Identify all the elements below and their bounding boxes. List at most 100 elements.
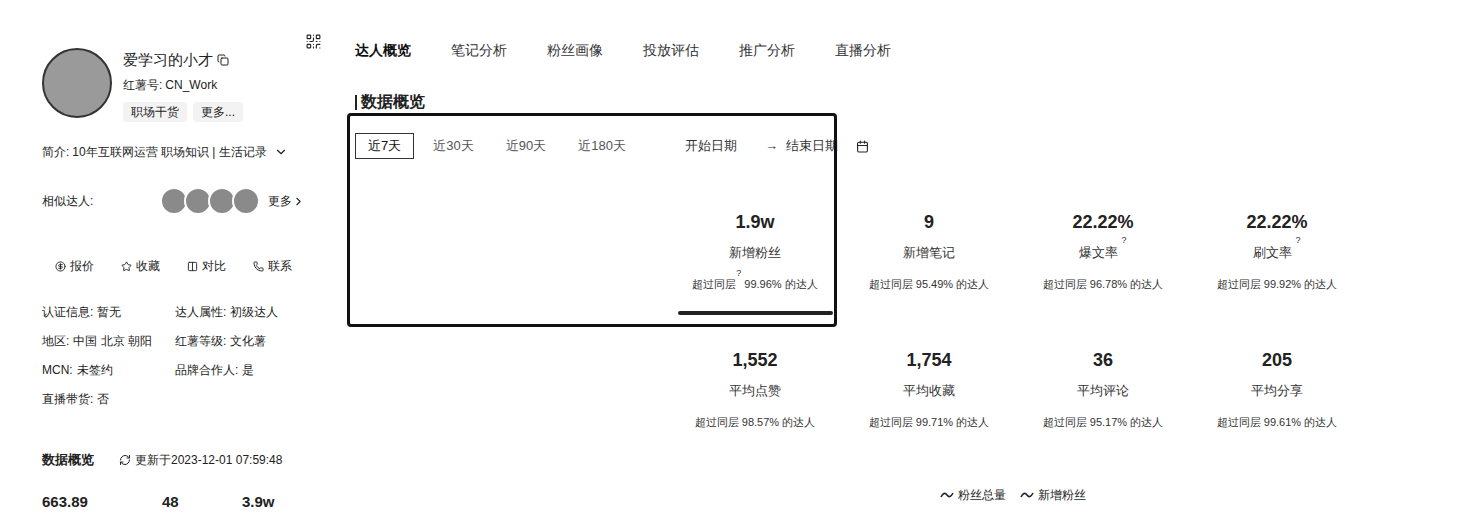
- nav-tab[interactable]: 笔记分析: [451, 40, 547, 60]
- calendar-icon[interactable]: [856, 140, 869, 153]
- info-item: MCN:未签约: [42, 361, 175, 379]
- action-icon: [121, 261, 132, 272]
- nav-tab[interactable]: 投放评估: [643, 40, 739, 60]
- stat-value: 22.22%: [1072, 210, 1133, 234]
- similar-row: 相似达人:更多: [42, 187, 322, 215]
- stat-label: 平均评论: [1077, 382, 1129, 400]
- stat-compare: 超过同层99.92% 的达人: [1217, 276, 1337, 292]
- range-tab[interactable]: 近30天: [420, 133, 486, 159]
- info-item: 品牌合作人:是: [175, 361, 322, 379]
- nav-tab[interactable]: 推广分析: [739, 40, 835, 60]
- chevron-right-icon: [292, 195, 305, 208]
- stat-compare: 超过同层?99.96% 的达人: [692, 276, 817, 292]
- stat-card[interactable]: 22.22%爆文率?超过同层96.78% 的达人: [1016, 210, 1190, 315]
- overview-value: 3.9w: [242, 493, 322, 511]
- stat-value: 1,552: [732, 348, 777, 372]
- chart-legend: 粉丝总量新增粉丝: [940, 486, 1472, 504]
- legend-item[interactable]: 粉丝总量: [940, 486, 1006, 504]
- stat-label: 爆文率?: [1079, 244, 1126, 262]
- overview-values: 663.89483.9w: [42, 493, 322, 511]
- overview-value: 663.89: [42, 493, 162, 511]
- info-item: 达人属性:初级达人: [175, 303, 322, 321]
- action-button[interactable]: 对比: [187, 257, 253, 275]
- stat-label: 刷文率?: [1253, 244, 1300, 262]
- date-end[interactable]: 结束日期: [786, 136, 838, 156]
- profile-name: 爱学习的小才: [123, 50, 213, 70]
- stat-underline: [678, 311, 833, 315]
- nav-tab[interactable]: 粉丝画像: [547, 40, 643, 60]
- profile-panel: 爱学习的小才红薯号:CN_Work 职场干货更多... 简介:10年互联网运营 职场…: [0, 0, 347, 520]
- nav-tabs: 达人概览笔记分析粉丝画像投放评估推广分析直播分析: [347, 40, 1472, 60]
- stat-value: 1,754: [906, 348, 951, 372]
- action-row: 报价收藏对比联系: [42, 257, 322, 275]
- stat-value: 205: [1262, 348, 1292, 372]
- stat-card[interactable]: 1,552 平均点赞超过同层98.57% 的达人: [668, 348, 842, 453]
- stat-value: 9: [924, 210, 934, 234]
- similar-avatar[interactable]: [232, 187, 260, 215]
- stat-card[interactable]: 36 平均评论超过同层95.17% 的达人: [1016, 348, 1190, 453]
- stat-card[interactable]: 1,754平均收藏超过同层99.71% 的达人: [842, 348, 1016, 453]
- stat-value: 36: [1093, 348, 1113, 372]
- stat-value: 1.9w: [735, 210, 774, 234]
- stat-compare: 超过同层95.49% 的达人: [869, 276, 989, 292]
- action-icon: [253, 261, 264, 272]
- range-tab[interactable]: 近7天: [355, 133, 414, 159]
- nav-tab[interactable]: 直播分析: [835, 40, 931, 60]
- stat-label: 新增粉丝: [729, 244, 781, 262]
- stat-card[interactable]: 205平均分享超过同层99.61% 的达人: [1190, 348, 1364, 453]
- stat-label: 新增笔记: [903, 244, 955, 262]
- info-grid: 认证信息:暂无达人属性:初级达人地区:中国 北京 朝阳红薯等级:文化薯MCN:未…: [42, 297, 322, 413]
- tag[interactable]: 职场干货: [123, 102, 187, 122]
- stat-label: 平均点赞: [729, 382, 781, 400]
- action-button[interactable]: 收藏: [121, 257, 187, 275]
- date-start[interactable]: 开始日期: [685, 136, 737, 156]
- date-range-row: 近7天近30天近90天近180天 开始日期 → 结束日期: [347, 133, 1472, 159]
- range-tab[interactable]: 近180天: [565, 133, 639, 159]
- stat-card[interactable]: 22.22% 刷文率? 超过同层99.92% 的达人: [1190, 210, 1364, 315]
- action-icon: [187, 261, 198, 272]
- intro: 简介:10年互联网运营 职场知识 | 生活记录: [42, 142, 322, 162]
- main-panel: 达人概览笔记分析粉丝画像投放评估推广分析直播分析数据概览近7天近30天近90天近…: [347, 0, 1472, 520]
- legend-item[interactable]: 新增粉丝: [1020, 486, 1086, 504]
- section-title: 数据概览: [347, 93, 1472, 111]
- stat-compare: 超过同层99.71% 的达人: [869, 414, 989, 430]
- wave-icon: [1020, 491, 1034, 499]
- action-icon: [55, 261, 66, 272]
- stat-card[interactable]: 1.9w 新增粉丝超过同层?99.96% 的达人: [668, 210, 842, 315]
- copy-icon[interactable]: [217, 54, 229, 66]
- chevron-down-icon[interactable]: [274, 145, 288, 159]
- similar-more[interactable]: 更多: [268, 192, 305, 210]
- stats-grid: 1.9w 新增粉丝超过同层?99.96% 的达人 9 新增笔记超过同层95.49% 的…: [668, 210, 1472, 453]
- date-arrow: →: [765, 136, 778, 156]
- info-item: 红薯等级:文化薯: [175, 332, 322, 350]
- avatar[interactable]: [42, 48, 112, 118]
- info-item: 地区:中国 北京 朝阳: [42, 332, 175, 350]
- refresh-icon[interactable]: [119, 454, 131, 466]
- stat-compare: 超过同层99.61% 的达人: [1217, 414, 1337, 430]
- highlight-frame: [347, 113, 837, 327]
- range-tab[interactable]: 近90天: [493, 133, 559, 159]
- overview-header: 数据概览更新于2023-12-01 07:59:48: [42, 451, 322, 469]
- tag[interactable]: 更多...: [193, 102, 243, 122]
- nav-tab[interactable]: 达人概览: [355, 40, 451, 60]
- profile-id: 红薯号:CN_Work: [123, 77, 243, 93]
- info-item: 认证信息:暂无: [42, 303, 175, 321]
- action-button[interactable]: 联系: [253, 257, 319, 275]
- action-button[interactable]: 报价: [55, 257, 121, 275]
- stat-compare: 超过同层95.17% 的达人: [1043, 414, 1163, 430]
- wave-icon: [940, 491, 954, 499]
- page: 爱学习的小才红薯号:CN_Work 职场干货更多... 简介:10年互联网运营 职场…: [0, 0, 1472, 520]
- info-item: 直播带货:否: [42, 390, 175, 408]
- stat-value: 22.22%: [1246, 210, 1307, 234]
- qr-code-icon[interactable]: [305, 33, 322, 50]
- stat-card[interactable]: 9 新增笔记超过同层95.49% 的达人: [842, 210, 1016, 315]
- profile-header: 爱学习的小才红薯号:CN_Work 职场干货更多...: [42, 48, 322, 122]
- stat-compare: 超过同层98.57% 的达人: [695, 414, 815, 430]
